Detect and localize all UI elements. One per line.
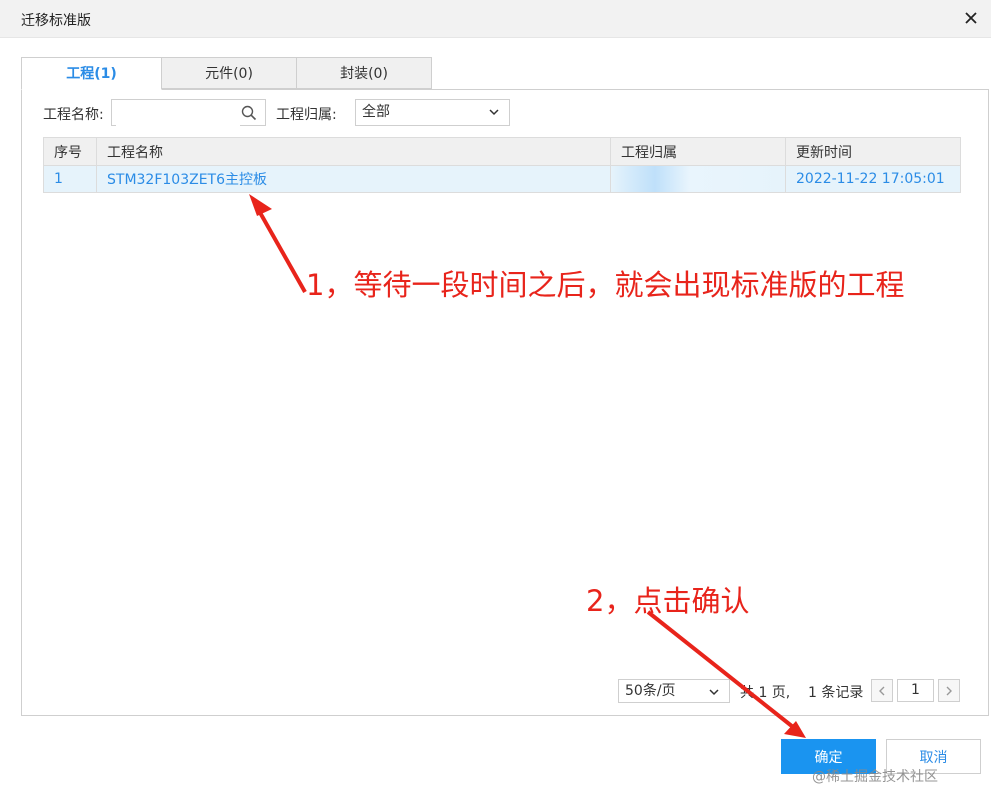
annotation-wait: 1，等待一段时间之后，就会出现标准版的工程 [306,268,905,302]
col-owner-header[interactable]: 工程归属 [610,137,786,166]
project-name-search[interactable] [111,99,266,126]
project-owner-label: 工程归属: [276,107,337,123]
annotation-click-confirm: 2，点击确认 [586,584,750,618]
row-updated-time: 2022-11-22 17:05:01 [785,165,961,193]
dialog-titlebar: 迁移标准版 [0,0,991,38]
tab-components[interactable]: 元件(0) [161,57,297,89]
page-size-select[interactable]: 50条/页 [618,679,730,703]
chevron-left-icon [879,686,885,695]
page-number-input[interactable]: 1 [897,679,934,702]
project-owner-select[interactable]: 全部 [355,99,510,126]
tab-footprints[interactable]: 封装(0) [296,57,432,89]
project-name-input[interactable] [116,101,240,126]
next-page-button[interactable] [938,679,960,702]
row-project-name[interactable]: STM32F103ZET6主控板 [96,165,611,193]
chevron-down-icon [489,109,499,116]
chevron-right-icon [946,686,952,695]
page-size-value: 50条/页 [625,683,676,699]
pagination-total-records: 1 条记录 [808,685,864,701]
tab-bar: 工程(1) 元件(0) 封装(0) [21,57,432,90]
row-index: 1 [43,165,97,193]
close-button[interactable] [959,6,983,30]
project-name-label: 工程名称: [43,107,104,123]
col-updated-header[interactable]: 更新时间 [785,137,961,166]
table-header-row: 序号 工程名称 工程归属 更新时间 [43,137,961,166]
tab-projects[interactable]: 工程(1) [21,57,162,90]
search-icon[interactable] [241,105,257,121]
project-table: 序号 工程名称 工程归属 更新时间 1 STM32F103ZET6主控板 202… [43,137,961,193]
chevron-down-icon [709,689,719,696]
project-owner-selected: 全部 [362,104,390,120]
table-row[interactable]: 1 STM32F103ZET6主控板 2022-11-22 17:05:01 [43,165,961,193]
pagination-total-pages: 共 1 页, [740,685,791,701]
row-owner [610,165,786,193]
dialog-title: 迁移标准版 [21,13,91,29]
col-name-header[interactable]: 工程名称 [96,137,611,166]
watermark: @稀土掘金技术社区 [812,769,938,785]
prev-page-button[interactable] [871,679,893,702]
close-icon [965,12,977,24]
col-index-header: 序号 [43,137,97,166]
